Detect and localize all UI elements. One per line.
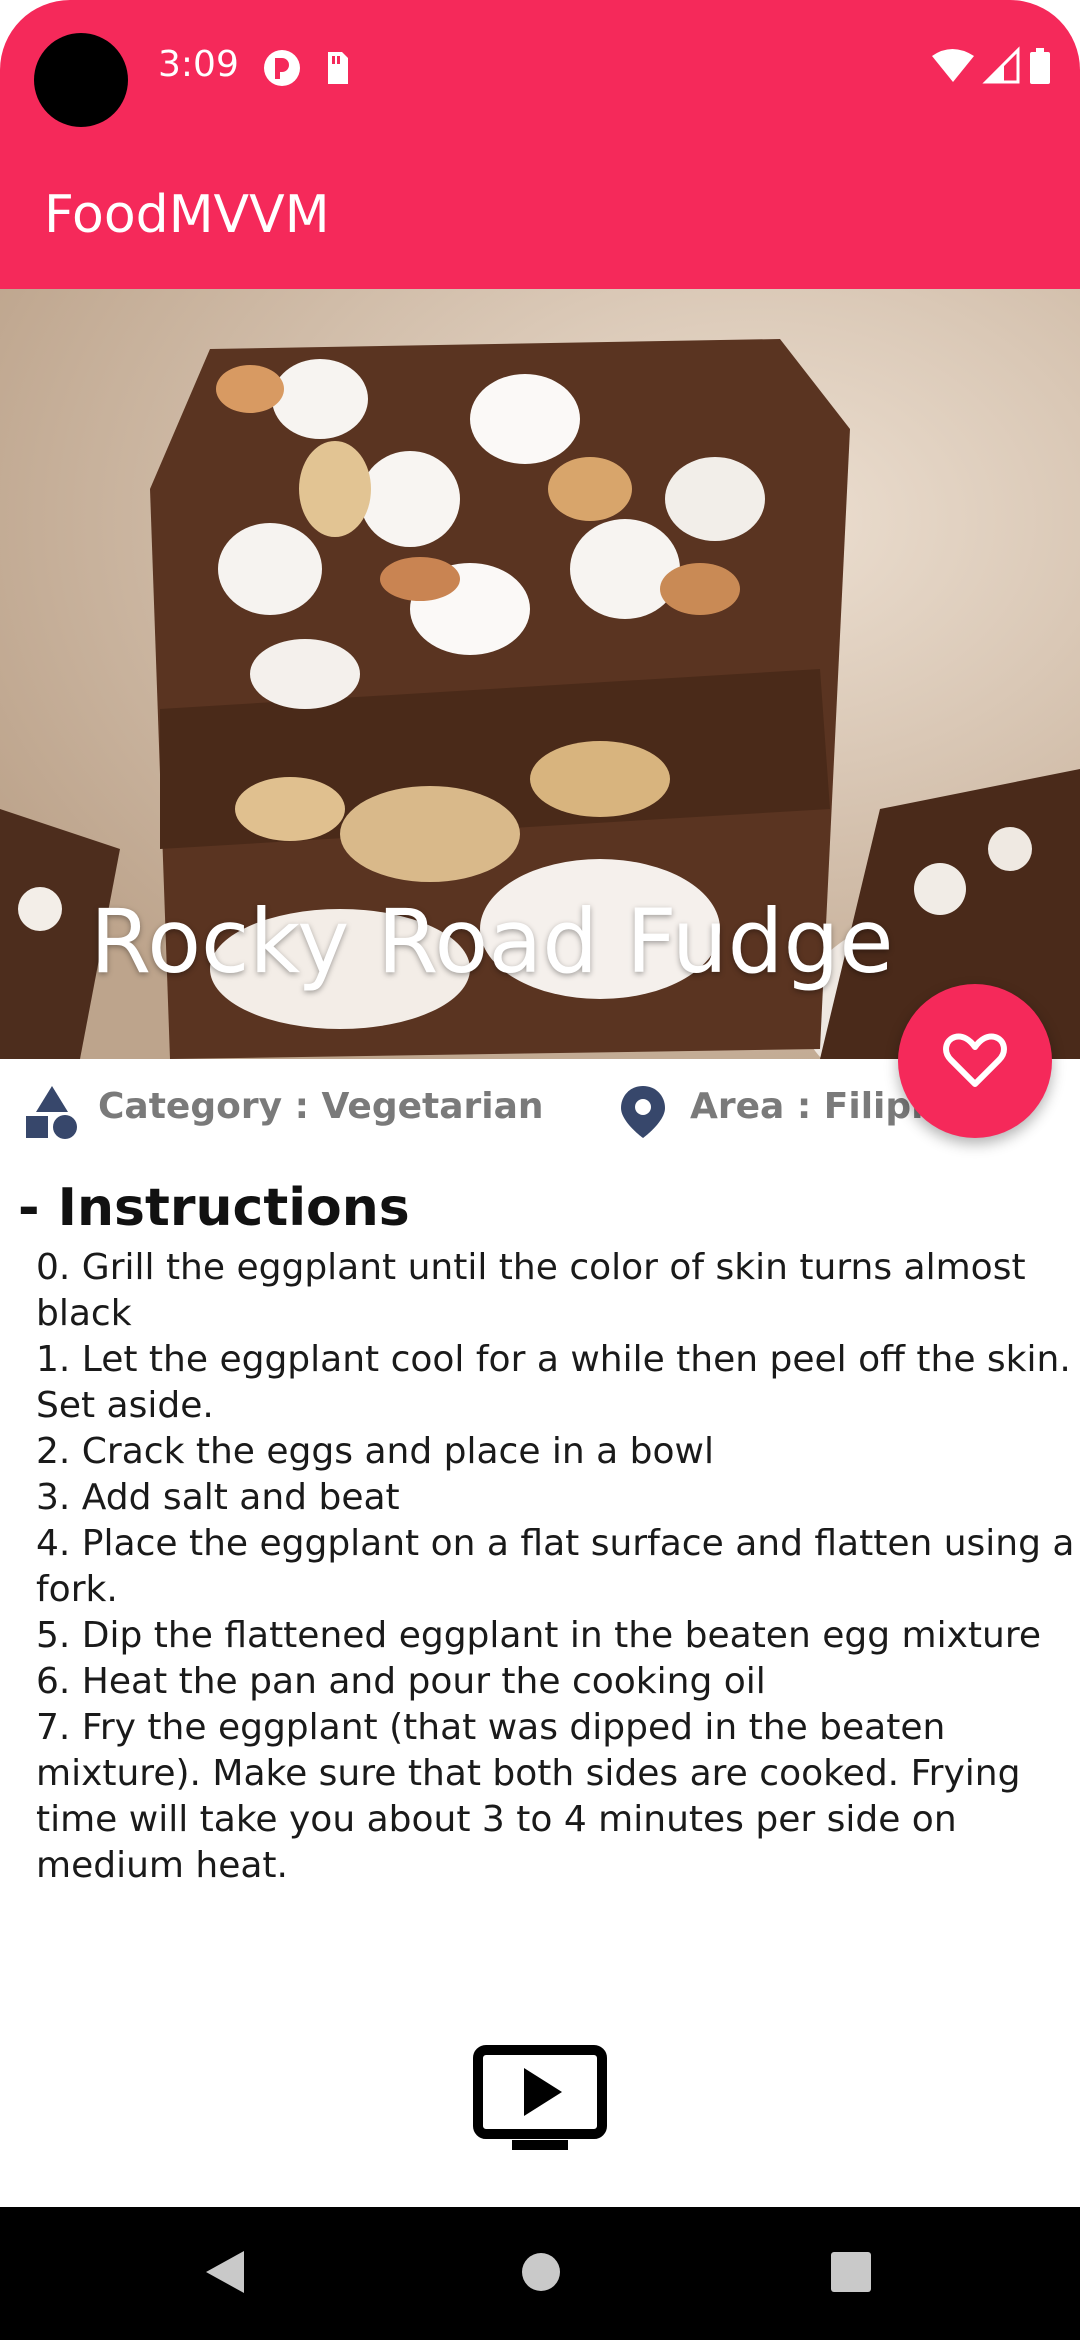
category-shapes-icon [26, 1086, 77, 1139]
notification-icon [264, 50, 348, 86]
meal-title: Rocky Road Fudge [90, 890, 894, 993]
home-icon[interactable] [520, 2247, 562, 2297]
battery-icon [1030, 52, 1050, 84]
youtube-tv-icon [473, 2045, 607, 2150]
status-right-icons [930, 46, 1060, 93]
system-nav-bar [0, 2207, 1080, 2340]
wifi-icon [932, 49, 974, 82]
watch-video-button[interactable] [472, 2044, 608, 2154]
instructions-text: 0. Grill the eggplant until the color of… [36, 1247, 1075, 1886]
favorite-button[interactable] [898, 984, 1052, 1138]
recents-icon[interactable] [830, 2247, 872, 2297]
back-icon[interactable] [200, 2247, 250, 2297]
camera-cutout [34, 33, 128, 127]
app-bar: 3:09 FoodMVVM [0, 0, 1080, 289]
app-title: FoodMVVM [44, 185, 330, 245]
heart-outline-icon [943, 1033, 1007, 1087]
instructions-heading: - Instructions [18, 1178, 410, 1238]
status-left-icons [262, 48, 382, 93]
status-time: 3:09 [158, 44, 239, 85]
location-pin-icon [621, 1086, 665, 1138]
category-label: Category : Vegetarian [98, 1086, 544, 1127]
